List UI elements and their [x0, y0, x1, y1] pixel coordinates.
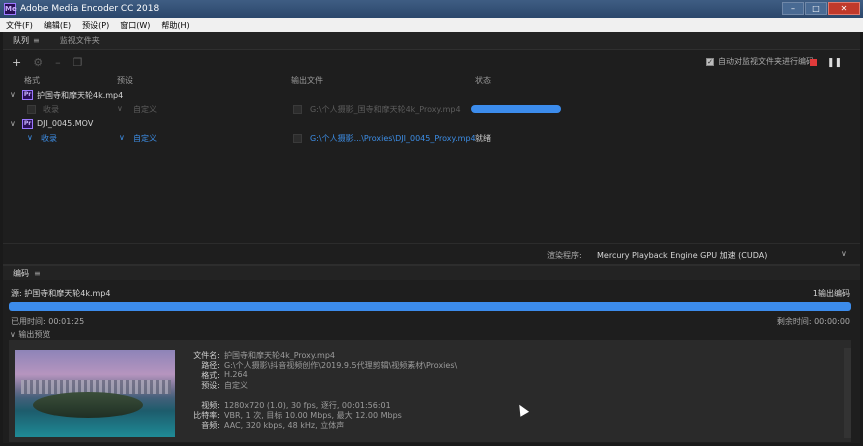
menu-bar: 文件(F) 编辑(E) 预设(P) 窗口(W) 帮助(H) [0, 18, 863, 32]
col-format[interactable]: 格式 [24, 75, 40, 86]
remaining-time: 剩余时间: 00:00:00 [776, 317, 850, 326]
info-value: H.264 [224, 370, 248, 379]
queue-tab-bar: 队列 ≡ 监视文件夹 [3, 32, 860, 50]
output-preset[interactable]: 自定义 [133, 133, 157, 144]
title-bar: Me Adobe Media Encoder CC 2018 – □ ✕ [0, 0, 863, 18]
app-icon: Me [4, 3, 17, 15]
premiere-icon: Pr [22, 90, 33, 100]
auto-encode-label: 自动对监视文件夹进行编码 [718, 57, 814, 66]
close-button[interactable]: ✕ [828, 2, 860, 15]
queue-toolbar: + ⚙ – ❐ ✓ 自动对监视文件夹进行编码 ❚❚ [3, 51, 860, 73]
output-file[interactable]: G:\个人摄影_国寺和摩天轮4k_Proxy.mp4 [310, 104, 461, 115]
output-format[interactable]: 收录 [41, 133, 57, 144]
renderer-select[interactable]: Mercury Playback Engine GPU 加速 (CUDA) [597, 250, 767, 261]
elapsed-time: 已用时间: 00:01:25 [11, 317, 85, 326]
encoding-panel: 编码 ≡ 源: 护国寺和摩天轮4k.mp4 1输出编码 已用时间: 00:01:2… [3, 264, 860, 443]
source-row[interactable]: ∨ Pr DJI_0045.MOV [3, 117, 860, 132]
video-thumbnail [15, 350, 175, 437]
encoding-source: 源: 护国寺和摩天轮4k.mp4 [11, 289, 111, 298]
output-file-icon [293, 105, 302, 114]
auto-encode-checkbox[interactable]: ✓ [706, 57, 714, 66]
info-value: 自定义 [224, 381, 248, 390]
output-format[interactable]: 收录 [43, 104, 59, 115]
info-value: G:\个人摄影\抖音视频创作\2019.9.5代理剪辑\视频素材\Proxies… [224, 361, 458, 370]
source-name: DJI_0045.MOV [37, 119, 94, 128]
minimize-button[interactable]: – [782, 2, 804, 15]
maximize-button[interactable]: □ [805, 2, 827, 15]
output-preview: 文件名: 护国寺和摩天轮4k_Proxy.mp4 路径: G:\个人摄影\抖音视频创作… [9, 340, 851, 442]
tab-queue[interactable]: 队列 ≡ [13, 35, 40, 46]
source-row[interactable]: ∨ Pr 护国寺和摩天轮4k.mp4 [3, 88, 860, 103]
output-count: 1输出编码 [812, 289, 850, 298]
menu-edit[interactable]: 编辑(E) [44, 20, 71, 31]
panel-menu-icon[interactable]: ≡ [34, 269, 41, 278]
output-chevron-icon[interactable]: ∨ [27, 133, 33, 142]
info-key: 预设: [201, 381, 220, 390]
menu-preset[interactable]: 预设(P) [82, 20, 109, 31]
menu-file[interactable]: 文件(F) [6, 20, 33, 31]
tab-watch-folders[interactable]: 监视文件夹 [60, 35, 100, 46]
window-title: Adobe Media Encoder CC 2018 [20, 4, 160, 14]
preset-dropdown-icon[interactable]: ∨ [117, 104, 123, 113]
output-preview-header[interactable]: ∨ 输出预览 [10, 329, 50, 340]
main-frame: 队列 ≡ 监视文件夹 + ⚙ – ❐ ✓ 自动对监视文件夹进行编码 ❚❚ 格式 预… [3, 32, 860, 443]
info-value: AAC, 320 kbps, 48 kHz, 立体声 [224, 421, 345, 430]
encoding-progress-bar [9, 302, 851, 311]
status-text: 就绪 [475, 134, 491, 143]
duplicate-icon[interactable]: ❐ [73, 56, 83, 69]
collapse-icon[interactable]: ∨ [10, 119, 16, 128]
menu-help[interactable]: 帮助(H) [161, 20, 189, 31]
encoding-progress-bar [471, 105, 561, 113]
preset-dropdown-icon[interactable]: ∨ [119, 133, 125, 142]
col-status[interactable]: 状态 [475, 75, 491, 86]
source-name: 护国寺和摩天轮4k.mp4 [37, 91, 124, 100]
menu-window[interactable]: 窗口(W) [120, 20, 150, 31]
info-key: 音频: [201, 421, 220, 430]
stop-icon[interactable] [810, 59, 817, 66]
scrollbar[interactable] [844, 348, 851, 438]
remove-icon[interactable]: – [55, 56, 61, 69]
chevron-down-icon[interactable]: ∨ [841, 249, 847, 258]
renderer-label: 渲染程序: [547, 251, 582, 260]
output-row[interactable]: ∨ 收录 ∨ 自定义 G:\个人摄影...\Proxies\DJI_0045_P… [3, 131, 860, 146]
output-file-icon [293, 134, 302, 143]
col-preset[interactable]: 预设 [117, 75, 133, 86]
output-preset[interactable]: 自定义 [133, 104, 157, 115]
panel-menu-icon[interactable]: ≡ [33, 36, 40, 45]
pause-icon[interactable]: ❚❚ [827, 58, 842, 68]
queue-column-headers: 格式 预设 输出文件 状态 [3, 73, 860, 87]
renderer-bar: 渲染程序: Mercury Playback Engine GPU 加速 (CU… [3, 243, 860, 263]
premiere-icon: Pr [22, 119, 33, 129]
output-row[interactable]: 收录 ∨ 自定义 G:\个人摄影_国寺和摩天轮4k_Proxy.mp4 [3, 102, 860, 117]
add-source-icon[interactable]: + [12, 56, 21, 69]
output-file[interactable]: G:\个人摄影...\Proxies\DJI_0045_Proxy.mp4 [310, 133, 476, 144]
settings-icon[interactable]: ⚙ [33, 56, 43, 69]
format-icon [27, 105, 36, 114]
collapse-icon[interactable]: ∨ [10, 90, 16, 99]
col-output[interactable]: 输出文件 [291, 75, 323, 86]
auto-encode-option[interactable]: ✓ 自动对监视文件夹进行编码 [706, 56, 814, 67]
tab-encoding[interactable]: 编码 ≡ [3, 264, 860, 280]
